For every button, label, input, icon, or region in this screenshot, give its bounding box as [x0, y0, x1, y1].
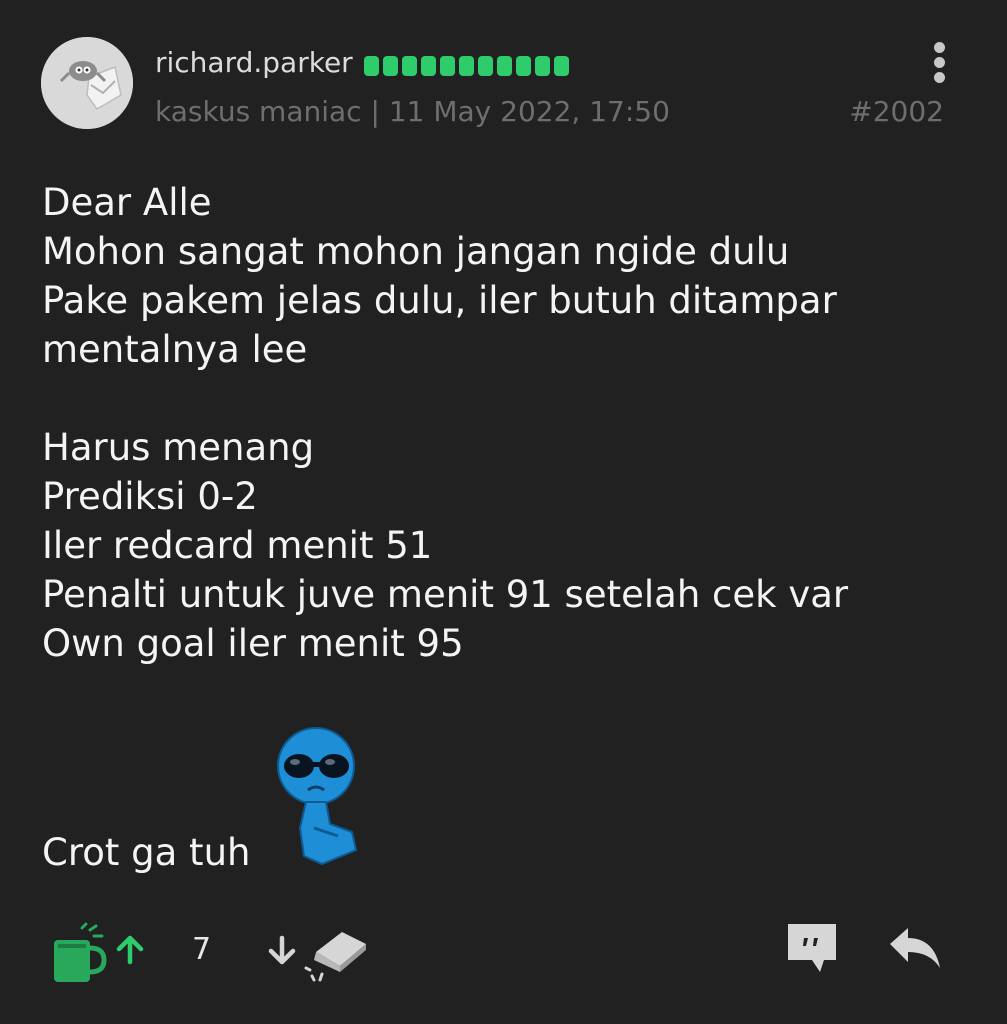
- post-body: Dear Alle Mohon sangat mohon jangan ngid…: [42, 178, 972, 668]
- quote-icon[interactable]: [784, 920, 840, 974]
- reputation-segment: [535, 56, 550, 76]
- body-line: Own goal iler menit 95: [42, 622, 464, 665]
- vote-count: 7: [192, 932, 212, 967]
- body-line: Prediksi 0-2: [42, 475, 258, 518]
- reputation-bar: [364, 56, 569, 78]
- eraser-icon[interactable]: [300, 922, 370, 984]
- body-line: Iler redcard menit 51: [42, 524, 433, 567]
- reputation-segment: [364, 56, 379, 76]
- reputation-segment: [497, 56, 512, 76]
- avatar[interactable]: [41, 37, 133, 129]
- user-rank: kaskus maniac: [155, 95, 362, 128]
- reputation-segment: [554, 56, 569, 76]
- arrow-up-icon[interactable]: [114, 934, 146, 966]
- post-date: 11 May 2022, 17:50: [388, 95, 670, 128]
- reputation-segment: [440, 56, 455, 76]
- arrow-down-icon[interactable]: [266, 934, 298, 968]
- reputation-segment: [421, 56, 436, 76]
- reply-icon[interactable]: [888, 926, 942, 972]
- post-meta: kaskus maniac | 11 May 2022, 17:50: [155, 95, 670, 128]
- post-number[interactable]: #2002: [849, 95, 944, 128]
- body-line: Pake pakem jelas dulu, iler butuh ditamp…: [42, 279, 837, 322]
- reputation-segment: [459, 56, 474, 76]
- reputation-segment: [383, 56, 398, 76]
- username[interactable]: richard.parker: [155, 46, 353, 79]
- more-vertical-icon[interactable]: [930, 42, 948, 86]
- body-line: Penalti untuk juve menit 91 setelah cek …: [42, 573, 849, 616]
- body-line: Mohon sangat mohon jangan ngide dulu: [42, 230, 790, 273]
- reputation-segment: [516, 56, 531, 76]
- body-line: Dear Alle: [42, 181, 212, 224]
- reputation-segment: [402, 56, 417, 76]
- reputation-segment: [478, 56, 493, 76]
- body-line-last: Crot ga tuh: [42, 831, 251, 874]
- avatar-image: [41, 37, 133, 129]
- body-line: Harus menang: [42, 426, 315, 469]
- meta-separator: |: [370, 95, 380, 128]
- sunglasses-emoticon: [264, 724, 372, 872]
- body-line: mentalnya lee: [42, 328, 308, 371]
- hot-cup-icon[interactable]: [50, 922, 108, 984]
- post-actions: 7: [0, 918, 1007, 988]
